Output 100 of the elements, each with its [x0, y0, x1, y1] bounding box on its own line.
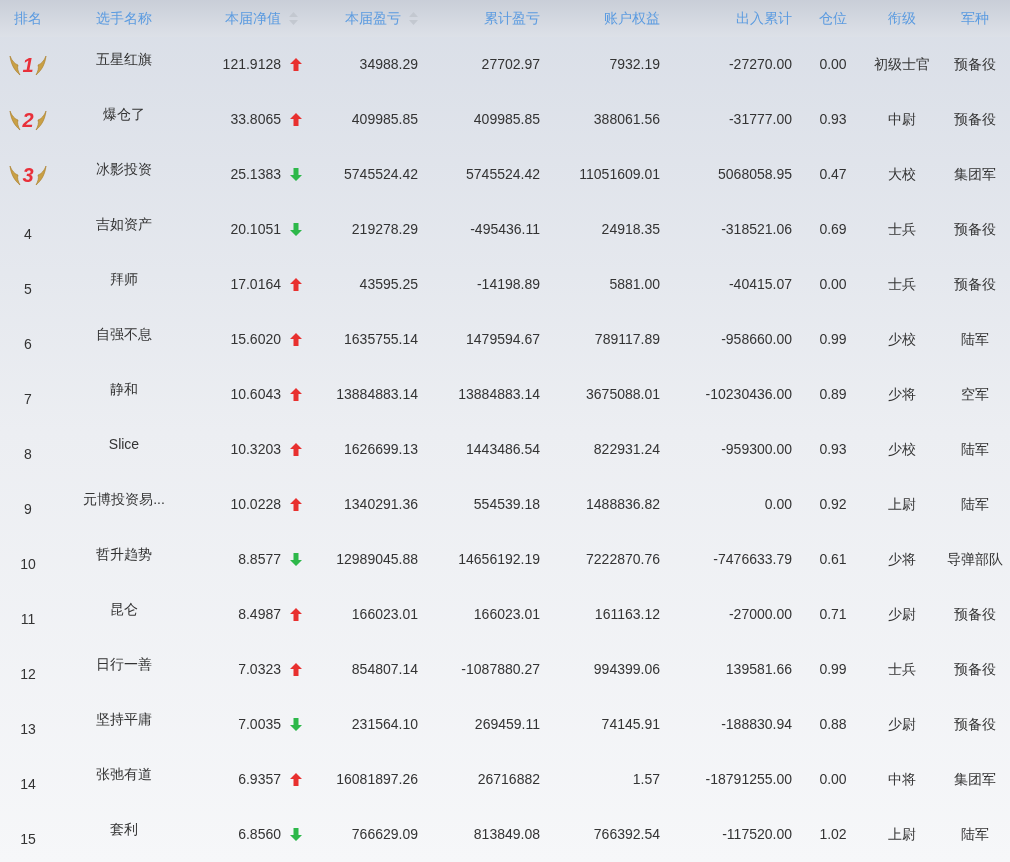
table-cell-text: -10230436.00 [705, 385, 792, 404]
player-name[interactable]: 拜师 [110, 269, 138, 290]
table-cell-text: 269459.11 [474, 715, 540, 734]
table-cell-text: 1626699.13 [344, 440, 418, 459]
table-cell-text: 854807.14 [351, 660, 418, 679]
rank-title: 中将 [888, 770, 916, 789]
table-cell-text: -1087880.27 [461, 660, 540, 679]
player-name[interactable]: 冰影投资 [96, 159, 152, 180]
net-value: 17.0164 [230, 275, 281, 294]
table-cell-text: 5881.00 [609, 275, 660, 294]
net-value: 6.8560 [238, 825, 281, 844]
position-ratio: 0.00 [819, 275, 847, 294]
rank-title: 初级士官 [874, 55, 930, 74]
table-cell-text: 5068058.95 [718, 165, 792, 184]
rank-title: 少尉 [888, 605, 916, 624]
player-name[interactable]: 五星红旗 [96, 49, 152, 70]
rank-title: 士兵 [888, 275, 916, 294]
table-cell-text: -27270.00 [728, 55, 792, 74]
position-ratio: 0.99 [819, 660, 847, 679]
table-cell-text: -27000.00 [728, 605, 792, 624]
rank-title: 上尉 [888, 825, 916, 844]
army-branch: 陆军 [961, 330, 989, 349]
rank-title: 少尉 [888, 715, 916, 734]
table-cell-text: 27702.97 [481, 55, 540, 74]
right-laurel-icon [34, 53, 47, 76]
column-header: 仓位 [819, 9, 847, 28]
army-branch: 预备役 [954, 715, 996, 734]
table-cell-text: 1635755.14 [344, 330, 418, 349]
player-name[interactable]: 自强不息 [96, 324, 152, 345]
table-cell-text: -7476633.79 [713, 550, 792, 569]
rank-number: 7 [24, 390, 32, 409]
army-branch: 集团军 [954, 165, 996, 184]
rank-title: 大校 [888, 165, 916, 184]
rank-title: 中尉 [888, 110, 916, 129]
table-cell-text: -31777.00 [728, 110, 792, 129]
rank-number: 14 [20, 775, 36, 794]
army-branch: 预备役 [954, 110, 996, 129]
position-ratio: 0.00 [819, 55, 847, 74]
column-header: 军种 [961, 9, 989, 28]
army-branch: 陆军 [961, 440, 989, 459]
table-cell-text: 13884883.14 [336, 385, 418, 404]
rank-title: 少校 [888, 440, 916, 459]
table-cell-text: 813849.08 [473, 825, 540, 844]
rank-number: 8 [24, 445, 32, 464]
rank-title: 少将 [888, 550, 916, 569]
player-name[interactable]: 昆仑 [110, 599, 138, 620]
left-laurel-icon [9, 53, 22, 76]
player-name[interactable]: 套利 [110, 819, 138, 840]
table-cell-text: 24918.35 [601, 220, 660, 239]
player-name[interactable]: Slice [108, 434, 140, 455]
table-cell-text: -40415.07 [728, 275, 792, 294]
rank-number: 9 [24, 500, 32, 519]
table-cell-text: -959300.00 [721, 440, 792, 459]
position-ratio: 0.92 [819, 495, 847, 514]
table-cell-text: 13884883.14 [458, 385, 540, 404]
rank-number: 12 [20, 665, 36, 684]
column-header: 衔级 [888, 9, 916, 28]
rank-title: 士兵 [888, 660, 916, 679]
player-name[interactable]: 爆仓了 [103, 104, 145, 125]
table-cell-text: 7932.19 [609, 55, 660, 74]
player-name[interactable]: 吉如资产 [96, 214, 152, 235]
position-ratio: 0.71 [819, 605, 847, 624]
column-header: 选手名称 [96, 9, 152, 28]
table-cell-text: 789117.89 [594, 330, 660, 349]
table-cell-text: -495436.11 [470, 220, 540, 239]
net-value: 7.0035 [238, 715, 281, 734]
table-cell-text: 3675088.01 [586, 385, 660, 404]
player-name[interactable]: 日行一善 [96, 654, 152, 675]
player-name[interactable]: 坚持平庸 [96, 709, 152, 730]
right-laurel-icon [34, 163, 47, 186]
rank-number: 6 [24, 335, 32, 354]
rank-title: 上尉 [888, 495, 916, 514]
table-cell-text: 1488836.82 [586, 495, 660, 514]
player-name[interactable]: 静和 [110, 379, 138, 400]
table-cell-text: 5745524.42 [466, 165, 540, 184]
table-cell-text: 166023.01 [473, 605, 540, 624]
table-cell-text: 409985.85 [473, 110, 540, 129]
army-branch: 预备役 [954, 275, 996, 294]
table-cell-text: 26716882 [477, 770, 540, 789]
table-cell-text: 994399.06 [593, 660, 660, 679]
army-branch: 预备役 [954, 605, 996, 624]
table-cell-text: 388061.56 [593, 110, 660, 129]
rank-number: 1 [22, 54, 34, 75]
position-ratio: 0.93 [819, 110, 847, 129]
net-value: 25.1383 [230, 165, 281, 184]
table-cell-text: 5745524.42 [344, 165, 418, 184]
player-name[interactable]: 哲升趋势 [96, 544, 152, 565]
net-value: 20.1051 [230, 220, 281, 239]
table-cell-text: 0.00 [764, 495, 792, 514]
rank-number: 10 [20, 555, 36, 574]
column-header: 出入累计 [736, 9, 792, 28]
rank-number: 2 [22, 109, 34, 130]
net-value: 8.4987 [238, 605, 281, 624]
player-name[interactable]: 元博投资易... [83, 489, 165, 510]
table-cell-text: 161163.12 [594, 605, 660, 624]
position-ratio: 0.61 [819, 550, 847, 569]
table-cell-text: 11051609.01 [579, 165, 660, 184]
table-cell-text: 409985.85 [351, 110, 418, 129]
player-name[interactable]: 张弛有道 [96, 764, 152, 785]
table-cell-text: 16081897.26 [336, 770, 418, 789]
